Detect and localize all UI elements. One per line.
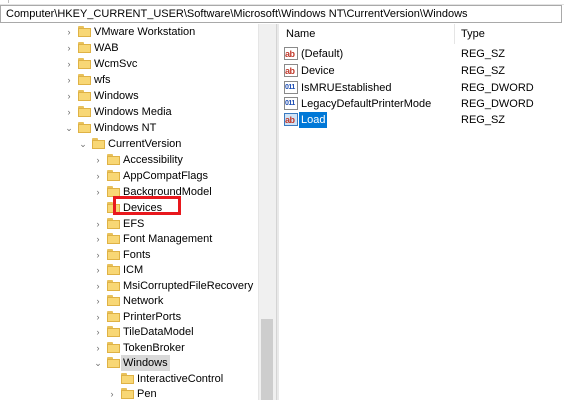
tree-item-label: Windows NT bbox=[94, 122, 157, 134]
value-type: REG_SZ bbox=[461, 65, 506, 77]
value-row-load[interactable]: ab Load REG_SZ bbox=[281, 112, 564, 128]
tree-item-label: TileDataModel bbox=[123, 326, 194, 338]
folder-icon bbox=[121, 373, 134, 384]
tree-item-label: Network bbox=[123, 295, 164, 307]
folder-icon bbox=[107, 233, 120, 244]
expand-icon[interactable]: › bbox=[93, 309, 103, 325]
string-value-icon: ab bbox=[284, 47, 298, 60]
expand-icon[interactable]: › bbox=[93, 293, 103, 309]
tree-item-label: MsiCorruptedFileRecovery bbox=[123, 280, 254, 292]
tree-item-label: Font Management bbox=[123, 233, 213, 245]
string-value-icon: ab bbox=[284, 113, 298, 126]
value-name: Load bbox=[299, 112, 328, 128]
folder-icon bbox=[107, 264, 120, 275]
value-type: REG_DWORD bbox=[461, 82, 534, 94]
folder-open-icon bbox=[92, 138, 105, 149]
folder-icon bbox=[78, 26, 91, 37]
folder-icon bbox=[107, 311, 120, 322]
expand-icon[interactable]: › bbox=[93, 324, 103, 340]
folder-icon bbox=[107, 218, 120, 229]
value-row-legacydefaultprintermode[interactable]: 011 LegacyDefaultPrinterMode REG_DWORD bbox=[281, 96, 564, 112]
panel-divider bbox=[0, 0, 9, 3]
tree-item-label: TokenBroker bbox=[123, 342, 185, 354]
value-type: REG_SZ bbox=[461, 114, 506, 126]
tree-item-label: WcmSvc bbox=[94, 58, 138, 70]
folder-icon bbox=[78, 106, 91, 117]
tree-item-label: wfs bbox=[94, 74, 111, 86]
tree-item-label: Pen bbox=[137, 388, 157, 400]
string-value-icon: ab bbox=[284, 64, 298, 77]
collapse-icon[interactable]: ⌄ bbox=[93, 355, 103, 371]
tree-scrollbar[interactable] bbox=[258, 24, 276, 400]
expander-empty bbox=[107, 371, 117, 387]
expand-icon[interactable]: › bbox=[93, 340, 103, 356]
expand-icon[interactable]: › bbox=[64, 24, 74, 40]
value-type: REG_SZ bbox=[461, 48, 506, 60]
expand-icon[interactable]: › bbox=[64, 56, 74, 72]
highlight-box bbox=[113, 196, 181, 215]
expand-icon[interactable]: › bbox=[64, 72, 74, 88]
address-bar[interactable]: Computer\HKEY_CURRENT_USER\Software\Micr… bbox=[0, 5, 562, 23]
value-type: REG_DWORD bbox=[461, 98, 534, 110]
folder-open-icon bbox=[78, 122, 91, 133]
dword-value-icon: 011 bbox=[284, 81, 298, 94]
folder-icon bbox=[107, 170, 120, 181]
folder-icon bbox=[107, 249, 120, 260]
tree-item-label: Windows bbox=[94, 90, 139, 102]
column-header-name[interactable]: Name bbox=[281, 24, 455, 44]
folder-icon bbox=[107, 326, 120, 337]
folder-icon bbox=[78, 90, 91, 101]
column-header-type[interactable]: Type bbox=[456, 24, 564, 44]
folder-icon bbox=[107, 280, 120, 291]
expand-icon[interactable]: › bbox=[107, 386, 117, 400]
folder-open-icon bbox=[107, 357, 120, 368]
value-name: IsMRUEstablished bbox=[301, 82, 392, 94]
value-name: (Default) bbox=[301, 48, 344, 60]
expander-empty bbox=[93, 200, 103, 216]
expand-icon[interactable]: › bbox=[93, 262, 103, 278]
expand-icon[interactable]: › bbox=[64, 40, 74, 56]
tree-item-label: Windows Media bbox=[94, 106, 172, 118]
folder-icon bbox=[78, 42, 91, 53]
expand-icon[interactable]: › bbox=[93, 231, 103, 247]
expand-icon[interactable]: › bbox=[64, 104, 74, 120]
tree-item-label: Windows bbox=[121, 355, 170, 371]
expand-icon[interactable]: › bbox=[93, 247, 103, 263]
value-row-ismruestablished[interactable]: 011 IsMRUEstablished REG_DWORD bbox=[281, 80, 564, 96]
value-row-device[interactable]: ab Device REG_SZ bbox=[281, 63, 564, 79]
tree-item-label: VMware Workstation bbox=[94, 26, 196, 38]
folder-icon bbox=[107, 342, 120, 353]
tree-item-label: InteractiveControl bbox=[137, 373, 224, 385]
tree-item-label: PrinterPorts bbox=[123, 311, 182, 323]
folder-icon bbox=[107, 295, 120, 306]
tree-item-label: CurrentVersion bbox=[108, 138, 182, 150]
tree-item-label: Accessibility bbox=[123, 154, 183, 166]
tree-item-label: ICM bbox=[123, 264, 144, 276]
expand-icon[interactable]: › bbox=[93, 168, 103, 184]
folder-icon bbox=[78, 74, 91, 85]
scrollbar-thumb[interactable] bbox=[261, 319, 273, 400]
pane-splitter[interactable] bbox=[276, 24, 279, 400]
value-name: LegacyDefaultPrinterMode bbox=[301, 98, 432, 110]
folder-icon bbox=[78, 58, 91, 69]
tree-item-label: WAB bbox=[94, 42, 119, 54]
collapse-icon[interactable]: ⌄ bbox=[64, 120, 74, 136]
tree-item-label: AppCompatFlags bbox=[123, 170, 208, 182]
expand-icon[interactable]: › bbox=[93, 278, 103, 294]
folder-icon bbox=[121, 388, 134, 399]
collapse-icon[interactable]: ⌄ bbox=[78, 136, 88, 152]
values-list: Name Type ab (Default) REG_SZ ab Device … bbox=[281, 24, 564, 400]
folder-icon bbox=[107, 154, 120, 165]
dword-value-icon: 011 bbox=[284, 97, 298, 110]
expand-icon[interactable]: › bbox=[93, 184, 103, 200]
expand-icon[interactable]: › bbox=[93, 152, 103, 168]
expand-icon[interactable]: › bbox=[64, 88, 74, 104]
value-name: Device bbox=[301, 65, 335, 77]
value-row-default[interactable]: ab (Default) REG_SZ bbox=[281, 46, 564, 62]
expand-icon[interactable]: › bbox=[93, 216, 103, 232]
tree-item-label: Fonts bbox=[123, 249, 151, 261]
tree-item-label: EFS bbox=[123, 218, 145, 230]
